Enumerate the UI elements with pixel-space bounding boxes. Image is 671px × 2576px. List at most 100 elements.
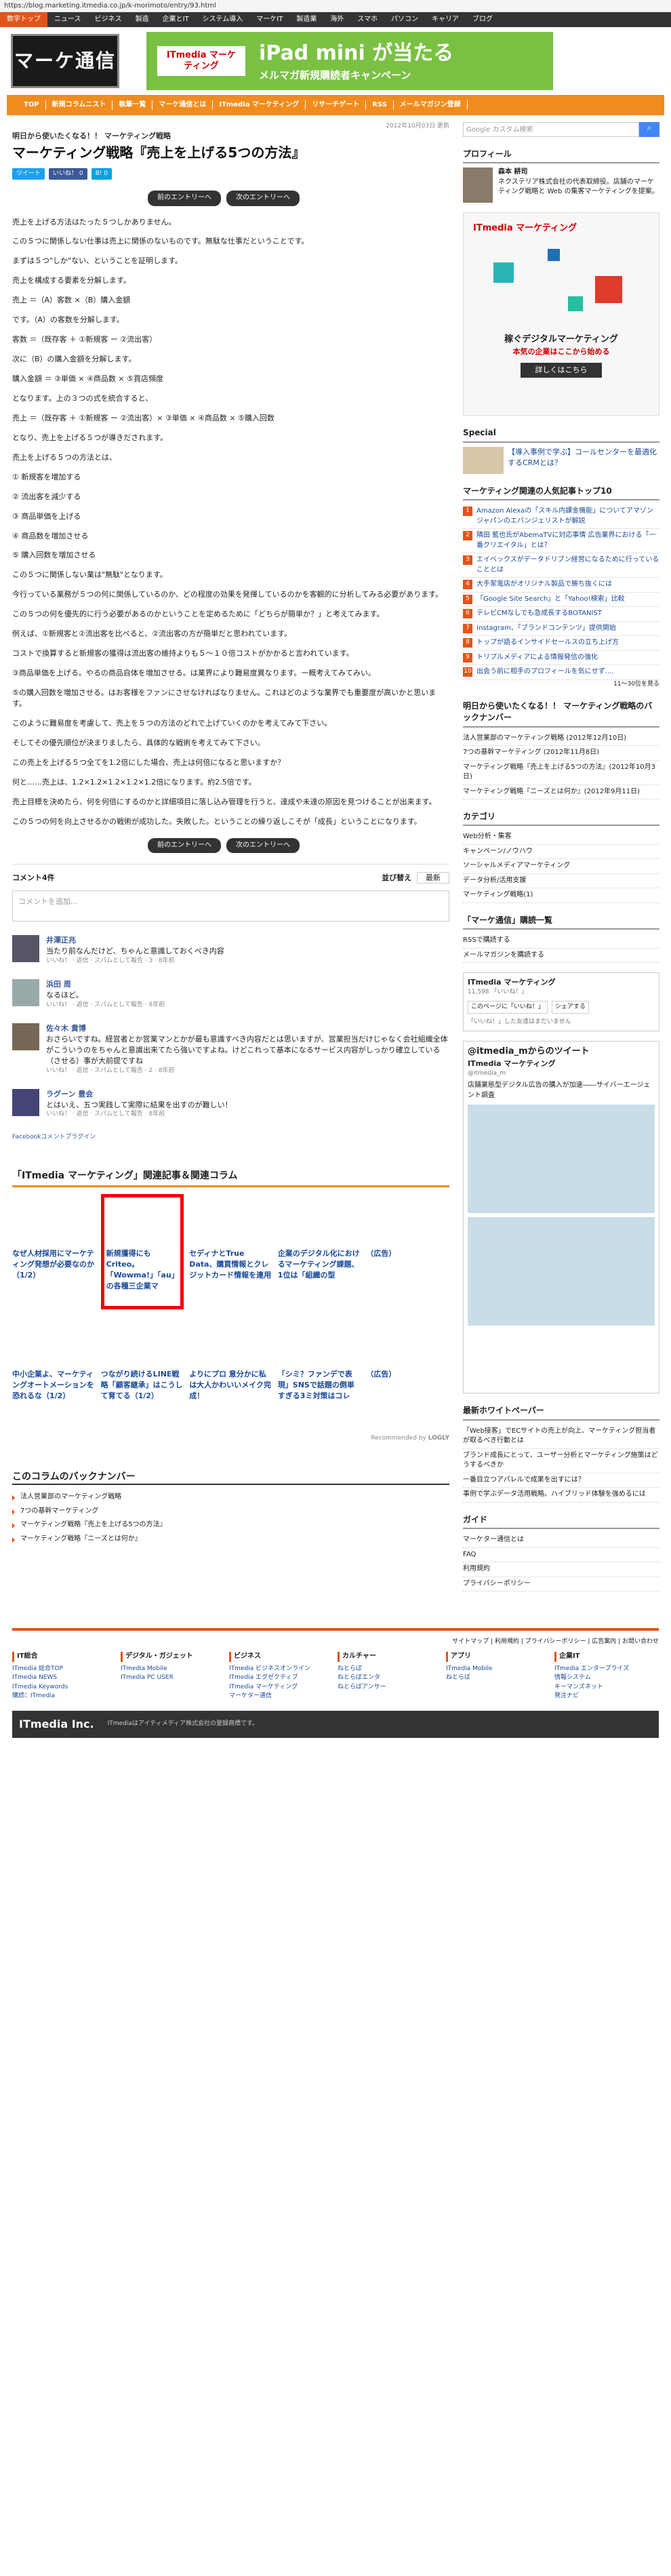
top-nav-item[interactable]: システム導入 — [196, 12, 250, 27]
itmedia-logo[interactable]: ITmedia Inc. — [19, 1716, 94, 1732]
tweet-author[interactable]: ITmedia マーケティング — [468, 1059, 556, 1068]
top-nav-item[interactable]: 数字トップ — [0, 12, 47, 27]
prev-entry-button[interactable]: 前のエントリーへ — [148, 837, 221, 854]
ranking-item[interactable]: 2 隣田 藍也氏がAbemaTVに対応事情 広告業界における「一番クリエイタル」と… — [463, 529, 659, 554]
url-bar[interactable]: https://blog.marketing.itmedia.co.jp/k-m… — [0, 0, 671, 12]
footer-link[interactable]: ねとらぼアンサー — [338, 1683, 442, 1692]
ranking-item[interactable]: 5 「Google Site Search」と「Yahoo!検索」比較 — [463, 593, 659, 608]
footer-link[interactable]: 情報システム — [554, 1673, 659, 1683]
banner-ad[interactable]: ITmedia マーケティング iPad mini が当たる メルマガ新規購読者… — [146, 32, 553, 90]
ranking-link[interactable]: 隣田 藍也氏がAbemaTVに対応事情 広告業界における「一番クリエイタル」とは… — [476, 531, 659, 551]
whitepaper-item[interactable]: ブランド成長にとって、ユーザー分析とマーケティング施策はどうするべきか — [463, 1449, 659, 1473]
footer-link[interactable]: ITmedia 総合TOP — [12, 1665, 117, 1674]
ranking-link[interactable]: テレビCMなしでも急成長するBOTANIST — [476, 609, 602, 619]
footer-link[interactable]: 発注ナビ — [554, 1692, 659, 1701]
comment-meta[interactable]: いいね！ · 返信 · スパムとして報告 · 2 · 8年前 — [46, 1067, 449, 1075]
tweet-image[interactable] — [468, 1217, 655, 1326]
whitepaper-item[interactable]: 事例で学ぶデータ活用戦略。ハイブリッド体験を強めるには — [463, 1488, 659, 1503]
special-link[interactable]: 【導入事例で学ぶ】コールセンターを最適化するCRMとは？ — [508, 447, 659, 474]
footer-link[interactable]: ITmedia Keywords — [12, 1683, 117, 1692]
ad-cta-button[interactable]: 詳しくはこちら — [521, 362, 602, 378]
footer-link[interactable]: ITmedia マーケティング — [229, 1683, 333, 1692]
side-ad[interactable]: ITmedia マーケティング 稼ぐデジタルマーケティング 本気の企業はここから… — [463, 212, 659, 416]
ranking-link[interactable]: 「Google Site Search」と「Yahoo!検索」比較 — [476, 595, 625, 605]
sort-select[interactable]: 最新 — [417, 872, 449, 884]
related-card[interactable]: 中小企業よ、マーケティングオートメーションを恐れるな（1/2） — [12, 1315, 96, 1430]
logly-logo[interactable]: LOGLY — [428, 1435, 449, 1442]
tweet-button[interactable]: ツイート — [12, 167, 45, 180]
whitepaper-item[interactable]: 「Web接客」でECサイトの売上が向上、マーケティング担当者が取るべき行動とは — [463, 1425, 659, 1449]
comment-meta[interactable]: いいね！ · 返信 · スパムとして報告 · 8年前 — [46, 1001, 165, 1010]
main-nav-item[interactable]: ITmedia マーケティング — [213, 100, 306, 111]
related-card[interactable]: よりにプロ 意分かに私は大人かわいいメイク完成！ — [189, 1315, 272, 1430]
backnumber-item[interactable]: 7つの基幹マーケティング — [12, 1505, 449, 1519]
related-card[interactable]: セディナとTrue Data、購買情報とクレジットカード情報を連用 — [189, 1194, 272, 1309]
whitepaper-item[interactable]: 一番目立つアパレルで成果を出すには？ — [463, 1473, 659, 1488]
top-nav-item[interactable]: 製造業 — [289, 12, 323, 27]
tweet-image[interactable] — [468, 1105, 655, 1214]
ranking-more-link[interactable]: 11〜30位を見る — [463, 680, 659, 689]
backnumber-item[interactable]: マーケティング戦略『ニーズとは何か』 — [12, 1532, 449, 1547]
ranking-item[interactable]: 9 トリプルメディアによる情報発信の強化 — [463, 651, 659, 666]
related-card[interactable]: 新規獲得にもCriteo。「Wowma!」「au」の各種三企業マ — [100, 1193, 184, 1309]
comment-meta[interactable]: いいね！ · 返信 · スパムとして報告 · 8年前 — [46, 1110, 232, 1119]
footer-link[interactable]: ITmedia NEWS — [12, 1673, 117, 1683]
top-nav-item[interactable]: スマホ — [350, 12, 384, 27]
ranking-link[interactable]: トップが語るインサイドセールスの立ち上げ方 — [476, 638, 619, 648]
like-button[interactable]: いいね！ 0 — [49, 167, 87, 180]
guide-item[interactable]: FAQ — [463, 1548, 659, 1563]
related-card[interactable]: なぜ人材採用にマーケティング発想が必要なのか（1/2） — [12, 1194, 96, 1309]
footer-link[interactable]: ITmedia PC USER — [121, 1673, 225, 1683]
main-nav-item[interactable]: TOP — [18, 100, 46, 111]
main-nav-item[interactable]: リサーチゲート — [306, 100, 367, 111]
ranking-item[interactable]: 1 Amazon Alexaの「スキル内課金機能」についてアマゾンジャパンのエバン… — [463, 504, 659, 530]
subscribe-item[interactable]: RSSで購読する — [463, 934, 659, 949]
avatar[interactable] — [12, 978, 39, 1006]
prev-entry-button[interactable]: 前のエントリーへ — [148, 191, 221, 206]
guide-item[interactable]: プライバシーポリシー — [463, 1577, 659, 1592]
footer-link[interactable]: ねとらぼ — [446, 1673, 550, 1683]
category-item[interactable]: データ分析/活用支援 — [463, 874, 659, 889]
ranking-item[interactable]: 4 大手家電店がオリジナル製品で勝ち抜くには — [463, 578, 659, 593]
category-item[interactable]: Web分析・集客 — [463, 830, 659, 845]
main-nav-item[interactable]: マーケ通信とは — [152, 100, 214, 111]
guide-item[interactable]: マーケター通信とは — [463, 1533, 659, 1548]
ranking-link[interactable]: Instagram、「ブランドコンテンツ」提供開始 — [476, 624, 616, 634]
next-entry-button[interactable]: 次のエントリーへ — [226, 191, 300, 206]
top-nav-item[interactable]: ブログ — [466, 12, 500, 27]
ranking-link[interactable]: 大手家電店がオリジナル製品で勝ち抜くには — [476, 580, 612, 590]
footer-link[interactable]: ITmedia Mobile — [446, 1665, 550, 1674]
top-nav-item[interactable]: パソコン — [384, 12, 425, 27]
next-entry-button[interactable]: 次のエントリーへ — [226, 837, 300, 854]
category-item[interactable]: ソーシャルメディアマーケティング — [463, 859, 659, 874]
comment-author[interactable]: ラグーン 豊会 — [46, 1089, 232, 1100]
ranking-item[interactable]: 3 エイベックスがデータドリブン経営になるために行っていることとは — [463, 553, 659, 578]
comment-input[interactable]: コメントを追加... — [12, 890, 449, 922]
top-nav-item[interactable]: 製造 — [129, 12, 156, 27]
footer-link[interactable]: ITmedia エグゼクティブ — [229, 1673, 333, 1683]
related-card[interactable]: （広告） — [366, 1315, 449, 1430]
fb-comment-plugin[interactable]: Facebookコメントプラグイン — [12, 1133, 449, 1142]
backnumber-item[interactable]: 法人営業部のマーケティング戦略 — [12, 1490, 449, 1505]
related-card[interactable]: つながり続けるLINE戦略「顧客継承」はこうして育てる（1/2） — [101, 1315, 184, 1430]
category-item[interactable]: マーケティング戦略(1) — [463, 888, 659, 903]
footer-link[interactable]: キーマンズネット — [554, 1683, 659, 1692]
main-nav-item[interactable]: RSS — [366, 100, 394, 111]
footer-link[interactable]: ITmedia エンタープライズ — [554, 1665, 659, 1674]
column-kicker[interactable]: 明日から使いたくなる！！ マーケティング戦略 — [12, 131, 449, 142]
main-nav-item[interactable]: 新規コラムニスト — [46, 100, 113, 111]
ranking-item[interactable]: 7 Instagram、「ブランドコンテンツ」提供開始 — [463, 622, 659, 637]
ranking-link[interactable]: トリプルメディアによる情報発信の強化 — [476, 653, 598, 663]
comment-author[interactable]: 浜田 周 — [46, 979, 165, 990]
related-card[interactable]: 「シミ？ファンデで表現」SNSで話題の倒単すぎる3ミ対策はコレ — [278, 1315, 361, 1430]
comment-author[interactable]: 井澤正兆 — [46, 935, 224, 946]
main-nav-item[interactable]: メールマガジン登録 — [394, 100, 468, 111]
guide-item[interactable]: 利用規約 — [463, 1562, 659, 1577]
category-item[interactable]: キャンペーン/ノウハウ — [463, 845, 659, 860]
series-item[interactable]: 7つの基幹マーケティング (2012年11月8日) — [463, 746, 659, 761]
fb-share-button[interactable]: シェアする — [551, 1001, 589, 1014]
footer-link[interactable]: 購読：ITmedia — [12, 1692, 117, 1701]
series-item[interactable]: マーケティング戦略『ニーズとは何か』(2012年9月11日) — [463, 785, 659, 799]
footer-link[interactable]: ねとらぼ — [338, 1665, 442, 1674]
ranking-item[interactable]: 6 テレビCMなしでも急成長するBOTANIST — [463, 607, 659, 622]
